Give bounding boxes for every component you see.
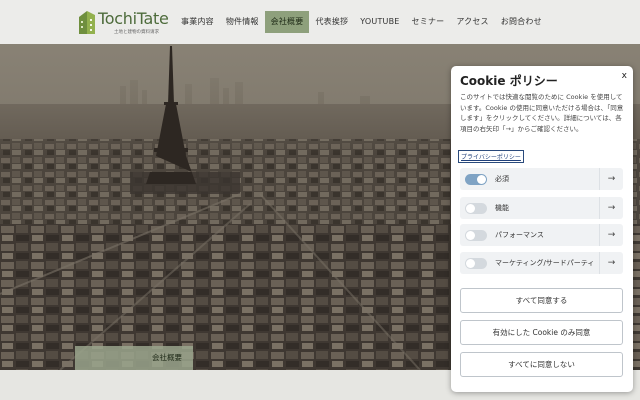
- nav-item-access[interactable]: アクセス: [450, 11, 494, 33]
- nav-item-company[interactable]: 会社概要: [264, 11, 310, 33]
- nav-item-greeting[interactable]: 代表挨拶: [309, 11, 354, 33]
- nav-item-youtube[interactable]: YOUTUBE: [354, 11, 405, 33]
- site-header: TochiTate 土地と建物の資料请求 事業内容 物件情報 会社概要 代表挨拶…: [0, 0, 640, 44]
- arrow-right-icon[interactable]: →: [599, 252, 623, 274]
- nav-item-seminar[interactable]: セミナー: [406, 11, 451, 33]
- accept-all-button[interactable]: すべて同意する: [460, 288, 623, 313]
- marketing-toggle[interactable]: [465, 258, 487, 269]
- logo-subtitle: 土地と建物の資料请求: [114, 30, 159, 35]
- cookie-description: このサイトでは快適な閲覧のために Cookie を使用しています。Cookie …: [460, 93, 624, 133]
- logo-text: TochiTate: [98, 9, 169, 28]
- cookie-dialog-title: Cookie ポリシー: [460, 74, 558, 88]
- nav-item-contact[interactable]: お問合わせ: [495, 11, 548, 33]
- category-label: マーケティング/サードパーティ: [495, 259, 595, 267]
- cookie-category-marketing: マーケティング/サードパーティ →: [460, 252, 623, 274]
- toggle-knob: [466, 259, 475, 268]
- privacy-policy-link[interactable]: プライバシーポリシー: [458, 150, 524, 163]
- site-logo[interactable]: TochiTate 土地と建物の資料请求: [78, 8, 170, 38]
- cookie-category-performance: パフォーマンス →: [460, 224, 623, 246]
- arrow-right-icon[interactable]: →: [599, 224, 623, 246]
- reject-all-button[interactable]: すべてに同意しない: [460, 352, 623, 377]
- category-label: 機能: [495, 204, 509, 212]
- arrow-right-icon[interactable]: →: [599, 197, 623, 219]
- building-logo-icon: [79, 11, 95, 34]
- toggle-knob: [466, 231, 475, 240]
- cookie-policy-dialog: Cookie ポリシー x このサイトでは快適な閲覧のために Cookie を使…: [451, 66, 633, 392]
- toggle-knob: [477, 175, 486, 184]
- performance-toggle[interactable]: [465, 230, 487, 241]
- section-label: 会社概要: [152, 353, 182, 362]
- category-label: 必須: [495, 175, 509, 183]
- functional-toggle[interactable]: [465, 203, 487, 214]
- accept-enabled-button[interactable]: 有効にした Cookie のみ同意: [460, 320, 623, 345]
- category-label: パフォーマンス: [495, 231, 544, 239]
- cookie-category-required: 必須 →: [460, 168, 623, 190]
- nav-item-business[interactable]: 事業内容: [175, 11, 220, 33]
- required-toggle[interactable]: [465, 174, 487, 185]
- cookie-category-functional: 機能 →: [460, 197, 623, 219]
- arrow-right-icon[interactable]: →: [599, 168, 623, 190]
- close-icon[interactable]: x: [622, 71, 627, 81]
- main-nav: 事業内容 物件情報 会社概要 代表挨拶 YOUTUBE セミナー アクセス お問…: [175, 11, 548, 33]
- toggle-knob: [466, 204, 475, 213]
- nav-item-properties[interactable]: 物件情報: [220, 11, 265, 33]
